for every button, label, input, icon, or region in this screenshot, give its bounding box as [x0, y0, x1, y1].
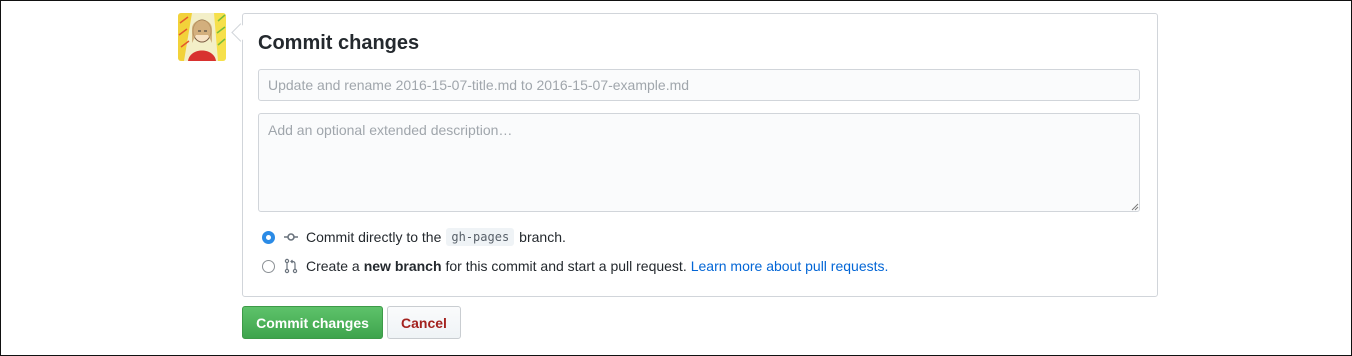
- avatar[interactable]: [178, 13, 226, 61]
- new-branch-label: Create a: [306, 258, 360, 274]
- new-branch-radio[interactable]: [262, 259, 275, 273]
- commit-direct-option[interactable]: Commit directly to the gh-pages branch.: [262, 228, 566, 246]
- new-branch-label-end: for this commit and start a pull request…: [445, 258, 687, 274]
- commit-description-field[interactable]: [258, 113, 1140, 212]
- commit-changes-button[interactable]: Commit changes: [242, 306, 383, 339]
- commit-summary-input[interactable]: [258, 69, 1140, 101]
- avatar-image: [178, 13, 226, 61]
- commit-direct-label: Commit directly to the: [306, 229, 442, 245]
- commit-direct-radio[interactable]: [262, 230, 275, 244]
- resize-grip-icon[interactable]: [1131, 203, 1139, 211]
- commit-direct-label-end: branch.: [519, 229, 566, 245]
- cancel-button[interactable]: Cancel: [387, 306, 461, 339]
- git-pull-request-icon: [284, 258, 298, 274]
- page-title: Commit changes: [258, 32, 420, 54]
- git-commit-icon: [284, 233, 298, 241]
- new-branch-emphasis: new branch: [363, 258, 442, 274]
- branch-name-badge: gh-pages: [446, 228, 515, 246]
- pull-requests-help-link[interactable]: Learn more about pull requests.: [691, 258, 889, 274]
- new-branch-option[interactable]: Create a new branch for this commit and …: [262, 258, 888, 274]
